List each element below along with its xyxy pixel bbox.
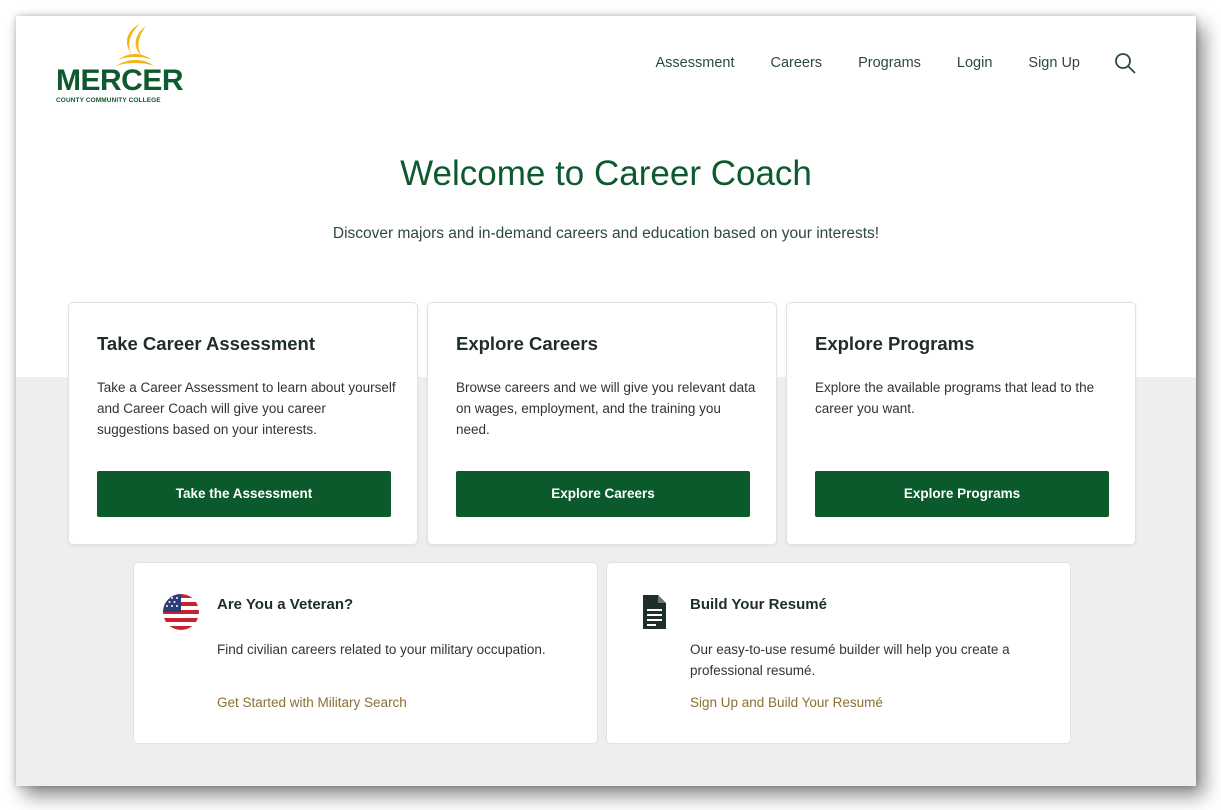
explore-programs-button[interactable]: Explore Programs bbox=[815, 471, 1109, 517]
logo-wordmark: MERCER bbox=[56, 64, 184, 97]
card-body: Take a Career Assessment to learn about … bbox=[97, 380, 396, 437]
card-body: Explore the available programs that lead… bbox=[815, 380, 1095, 416]
card-title: Explore Careers bbox=[456, 333, 598, 354]
card-explore-careers: Explore Careers Browse careers and we wi… bbox=[427, 302, 777, 545]
top-nav: Assessment Careers Programs Login Sign U… bbox=[620, 52, 1137, 74]
card-title: Take Career Assessment bbox=[97, 333, 316, 354]
card-build-resume: Build Your Resumé Our easy-to-use resumé… bbox=[606, 562, 1071, 744]
nav-assessment[interactable]: Assessment bbox=[656, 55, 735, 71]
resume-title: Build Your Resumé bbox=[690, 596, 827, 613]
veteran-body: Find civilian careers related to your mi… bbox=[217, 642, 546, 657]
card-body: Browse careers and we will give you rele… bbox=[456, 380, 756, 437]
nav-careers[interactable]: Careers bbox=[770, 55, 822, 71]
card-explore-programs: Explore Programs Explore the available p… bbox=[786, 302, 1136, 545]
us-flag-icon bbox=[163, 594, 199, 630]
nav-login[interactable]: Login bbox=[957, 55, 992, 71]
veteran-title: Are You a Veteran? bbox=[217, 596, 354, 613]
card-veteran: Are You a Veteran? Find civilian careers… bbox=[133, 562, 598, 744]
mercer-logo[interactable]: MERCER COUNTY COMMUNITY COLLEGE bbox=[56, 22, 196, 112]
nav-programs[interactable]: Programs bbox=[858, 55, 921, 71]
resume-body: Our easy-to-use resumé builder will help… bbox=[690, 642, 1010, 678]
search-icon[interactable] bbox=[1114, 52, 1136, 74]
document-icon bbox=[643, 595, 666, 629]
page-subtitle: Discover majors and in-demand careers an… bbox=[332, 225, 880, 242]
card-title: Explore Programs bbox=[815, 333, 975, 354]
page-title: Welcome to Career Coach bbox=[400, 154, 812, 193]
crescent-logo-icon bbox=[116, 24, 154, 66]
take-assessment-button[interactable]: Take the Assessment bbox=[97, 471, 391, 517]
logo-subtitle: COUNTY COMMUNITY COLLEGE bbox=[56, 97, 161, 104]
explore-careers-button[interactable]: Explore Careers bbox=[456, 471, 750, 517]
military-search-link[interactable]: Get Started with Military Search bbox=[217, 695, 407, 710]
nav-sign-up[interactable]: Sign Up bbox=[1028, 55, 1080, 71]
page-frame: MERCER COUNTY COMMUNITY COLLEGE Assessme… bbox=[16, 16, 1196, 786]
card-career-assessment: Take Career Assessment Take a Career Ass… bbox=[68, 302, 418, 545]
build-resume-link[interactable]: Sign Up and Build Your Resumé bbox=[690, 695, 883, 710]
